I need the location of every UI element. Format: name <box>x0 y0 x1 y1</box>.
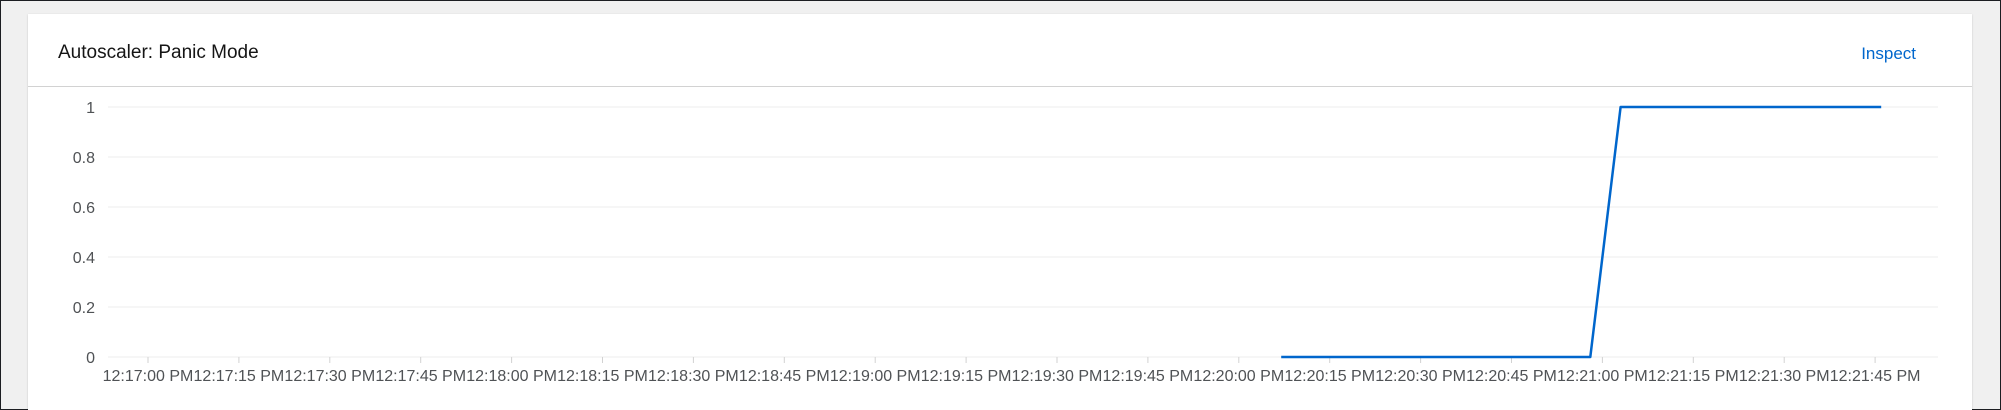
x-tick-label: 12:18:45 PM <box>739 368 830 385</box>
x-tick-label: 12:17:30 PM <box>284 368 375 385</box>
x-tick-label: 12:17:45 PM <box>375 368 466 385</box>
y-tick-label: 0.6 <box>73 200 95 217</box>
x-tick-label: 12:21:30 PM <box>1739 368 1830 385</box>
x-tick-label: 12:20:15 PM <box>1284 368 1375 385</box>
x-tick-label: 12:19:00 PM <box>830 368 921 385</box>
x-tick-label: 12:18:15 PM <box>557 368 648 385</box>
x-tick-label: 12:21:00 PM <box>1557 368 1648 385</box>
x-tick-label: 12:18:00 PM <box>466 368 557 385</box>
x-tick-label: 12:17:00 PM <box>103 368 194 385</box>
y-tick-label: 0.2 <box>73 300 95 317</box>
x-tick-label: 12:18:30 PM <box>648 368 739 385</box>
y-tick-label: 0 <box>86 350 95 367</box>
y-tick-label: 1 <box>86 100 95 117</box>
x-tick-label: 12:21:15 PM <box>1648 368 1739 385</box>
y-tick-label: 0.4 <box>73 250 95 267</box>
y-tick-label: 0.8 <box>73 150 95 167</box>
grid-lines <box>108 106 1938 358</box>
x-axis-ticks: 12:17:00 PM 12:17:15 PM 12:17:30 PM 12:17:4… <box>103 357 1921 385</box>
x-tick-label: 12:19:30 PM <box>1012 368 1103 385</box>
x-tick-label: 12:17:15 PM <box>194 368 285 385</box>
x-tick-label: 12:19:15 PM <box>921 368 1012 385</box>
y-axis-ticks: 0 0.2 0.4 0.6 0.8 1 <box>73 100 95 367</box>
x-tick-label: 12:20:45 PM <box>1466 368 1557 385</box>
x-tick-label: 12:20:30 PM <box>1375 368 1466 385</box>
panic-mode-chart: 00.20.40.60.81 12:17:00 PM 12:17:15 PM 12:… <box>73 100 1938 385</box>
series-line <box>1281 105 1882 359</box>
x-tick-label: 12:19:45 PM <box>1103 368 1194 385</box>
chart-card: Autoscaler: Panic Mode Inspect 0 0.2 0.4 0.… <box>28 14 1972 410</box>
x-tick-label: 12:20:00 PM <box>1193 368 1284 385</box>
x-tick-label: 12:21:45 PM <box>1830 368 1921 385</box>
series-layer <box>1281 105 1882 359</box>
